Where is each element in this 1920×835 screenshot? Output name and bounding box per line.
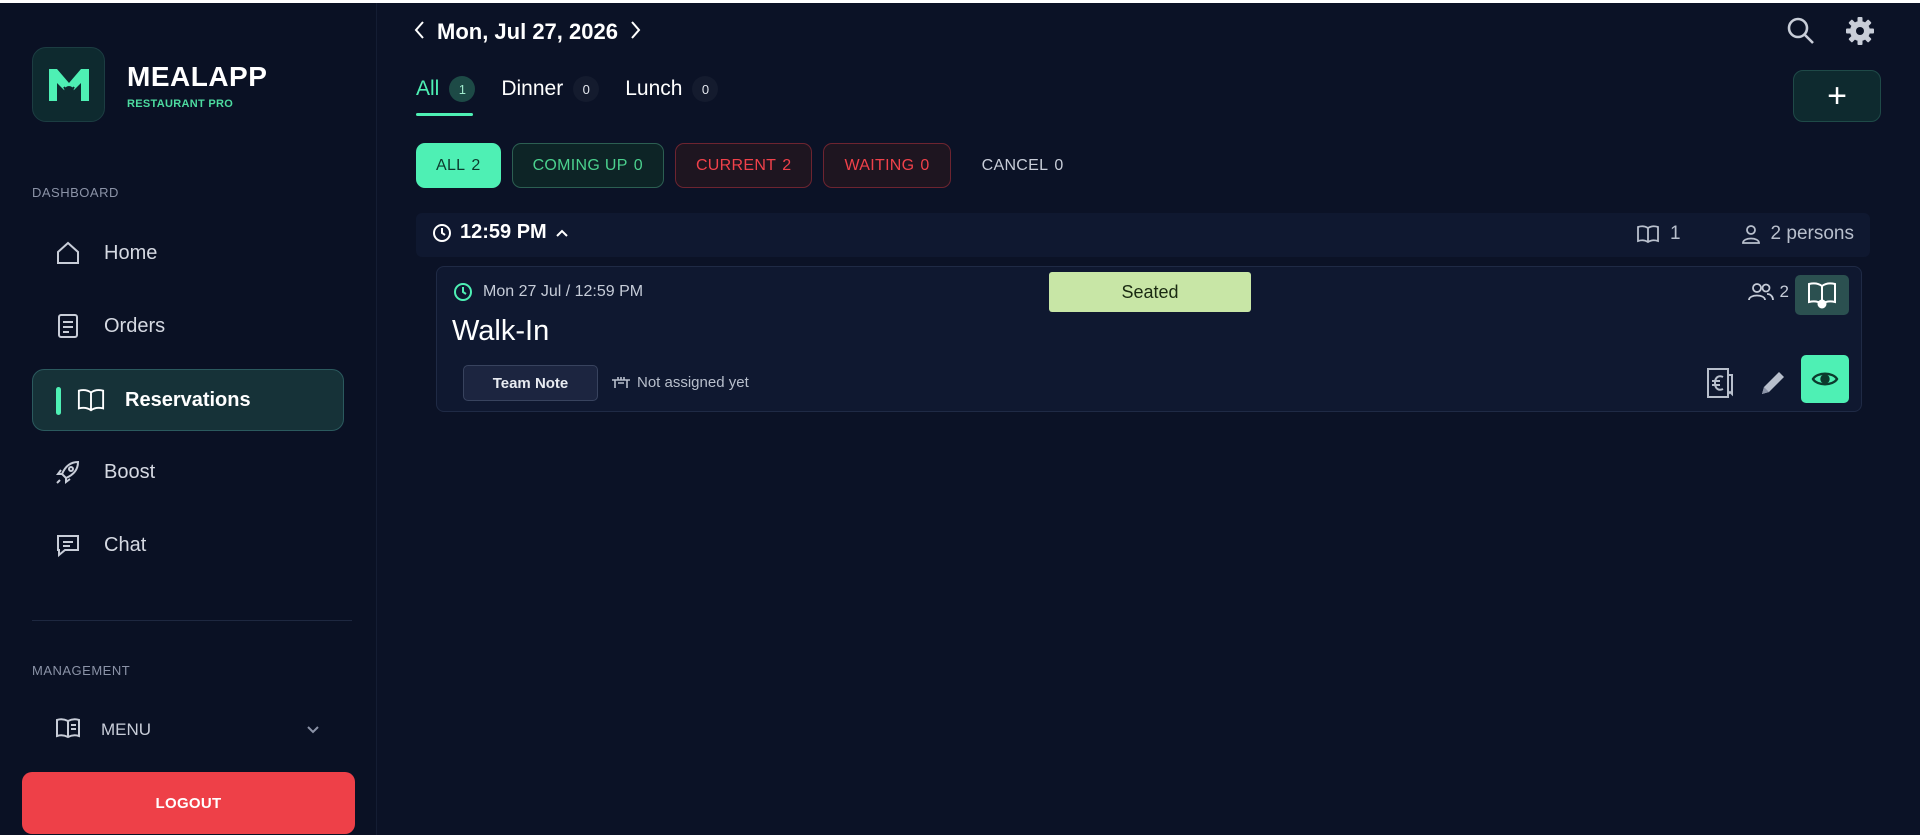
- edit-button[interactable]: [1753, 360, 1793, 406]
- people-icon: [1747, 283, 1774, 301]
- clock-icon: [433, 223, 451, 242]
- sidebar-item-label: MENU: [101, 720, 152, 739]
- view-button[interactable]: [1801, 355, 1849, 403]
- filter-label: COMING UP: [532, 156, 628, 174]
- active-indicator: [56, 387, 61, 415]
- meal-tabs: All 1 Dinner 0 Lunch 0: [416, 76, 719, 116]
- add-reservation-button[interactable]: +: [1793, 70, 1881, 122]
- sidebar-item-label: Orders: [104, 314, 166, 337]
- filter-count: 2: [471, 156, 481, 174]
- brand-subtitle: RESTAURANT PRO: [127, 98, 234, 110]
- reservation-datetime: Mon 27 Jul / 12:59 PM: [453, 282, 643, 302]
- next-day-button[interactable]: [630, 20, 642, 45]
- chevron-up-icon: [556, 229, 568, 237]
- sidebar: MEALAPP RESTAURANT PRO DASHBOARD Home Or…: [0, 3, 377, 835]
- sidebar-item-orders[interactable]: Orders: [32, 295, 344, 357]
- tab-count: 0: [692, 76, 719, 102]
- sidebar-item-home[interactable]: Home: [32, 222, 344, 284]
- group-time: 12:59 PM: [432, 221, 569, 244]
- home-icon: [54, 239, 82, 267]
- chevron-left-icon: [414, 20, 424, 39]
- chat-icon: [54, 531, 82, 559]
- party-size-count: 2: [1779, 282, 1789, 301]
- reservation-card[interactable]: Mon 27 Jul / 12:59 PM Walk-In Seated 2 T…: [436, 266, 1862, 412]
- app-logo[interactable]: [32, 47, 105, 122]
- search-icon: [1787, 17, 1814, 44]
- filter-coming-up[interactable]: COMING UP 0: [511, 143, 664, 188]
- filter-count: 0: [633, 156, 643, 174]
- gear-icon: [1846, 17, 1874, 45]
- tab-count: 1: [449, 76, 476, 102]
- filter-label: CANCEL: [981, 156, 1049, 174]
- bill-button[interactable]: [1699, 360, 1739, 406]
- time-group-header[interactable]: 12:59 PM 1 2 persons: [416, 213, 1870, 257]
- filter-count: 2: [782, 156, 792, 174]
- group-time-label: 12:59 PM: [460, 221, 547, 243]
- logo-icon: [48, 68, 89, 101]
- group-persons-count: 2 persons: [1770, 223, 1854, 244]
- filter-current[interactable]: CURRENT 2: [674, 143, 813, 188]
- tab-lunch[interactable]: Lunch 0: [625, 76, 719, 116]
- filter-label: WAITING: [844, 156, 915, 174]
- dashboard-section-label: DASHBOARD: [32, 185, 119, 200]
- book-icon: [1637, 225, 1659, 244]
- team-note-button[interactable]: Team Note: [463, 365, 598, 401]
- filter-count: 0: [1054, 156, 1064, 174]
- current-date: Mon, Jul 27, 2026: [437, 19, 618, 44]
- tab-count: 0: [573, 76, 600, 102]
- book-icon: [1808, 282, 1836, 309]
- sidebar-item-menu[interactable]: MENU: [55, 716, 320, 744]
- sidebar-item-label: Home: [104, 241, 158, 264]
- euro-receipt-icon: [1707, 368, 1733, 398]
- sidebar-item-boost[interactable]: Boost: [32, 441, 344, 503]
- tab-all[interactable]: All 1: [416, 76, 476, 116]
- tab-label: All: [416, 77, 440, 100]
- party-size: 2: [1747, 282, 1789, 302]
- filter-cancel[interactable]: CANCEL 0: [962, 143, 1084, 188]
- orders-icon: [54, 312, 82, 340]
- tab-dinner[interactable]: Dinner 0: [501, 76, 600, 116]
- sidebar-item-label: Chat: [104, 533, 147, 556]
- chevron-down-icon: [306, 720, 320, 740]
- eye-icon: [1811, 372, 1839, 386]
- prev-day-button[interactable]: [413, 20, 425, 45]
- sidebar-item-label: Reservations: [125, 388, 251, 411]
- chevron-right-icon: [631, 20, 641, 39]
- table-icon: [612, 376, 630, 388]
- filter-all[interactable]: ALL 2: [416, 143, 501, 188]
- sidebar-item-reservations[interactable]: Reservations: [32, 369, 344, 431]
- filter-waiting[interactable]: WAITING 0: [823, 143, 951, 188]
- table-assignment[interactable]: Not assigned yet: [611, 374, 749, 391]
- settings-button[interactable]: [1845, 16, 1875, 46]
- book-icon: [77, 386, 105, 414]
- reservation-title: Walk-In: [452, 315, 550, 347]
- management-section-label: MANAGEMENT: [32, 663, 131, 678]
- sidebar-divider: [32, 620, 352, 621]
- rocket-icon: [54, 458, 82, 486]
- menu-book-icon: [55, 717, 81, 744]
- tab-label: Dinner: [501, 77, 564, 100]
- pencil-icon: [1762, 372, 1784, 394]
- filter-count: 0: [920, 156, 930, 174]
- person-icon: [1741, 225, 1760, 244]
- group-bookings-count: 1: [1669, 223, 1681, 244]
- status-filters: ALL 2 COMING UP 0 CURRENT 2 WAITING 0 CA…: [416, 143, 1084, 188]
- brand-name: MEALAPP: [127, 61, 268, 92]
- clock-icon: [454, 283, 472, 301]
- sidebar-item-label: Boost: [104, 460, 156, 483]
- logout-button[interactable]: LOGOUT: [22, 772, 355, 834]
- group-summary: 1 2 persons: [1636, 223, 1854, 245]
- filter-label: CURRENT: [695, 156, 777, 174]
- sidebar-item-chat[interactable]: Chat: [32, 514, 344, 576]
- table-assignment-label: Not assigned yet: [637, 374, 749, 391]
- filter-label: ALL: [436, 156, 466, 174]
- status-badge[interactable]: Seated: [1049, 272, 1251, 312]
- reservation-datetime-label: Mon 27 Jul / 12:59 PM: [483, 283, 644, 300]
- reservation-book-button[interactable]: [1795, 275, 1849, 315]
- search-button[interactable]: [1786, 16, 1816, 46]
- date-navigator: Mon, Jul 27, 2026: [413, 16, 642, 48]
- tab-label: Lunch: [625, 77, 683, 100]
